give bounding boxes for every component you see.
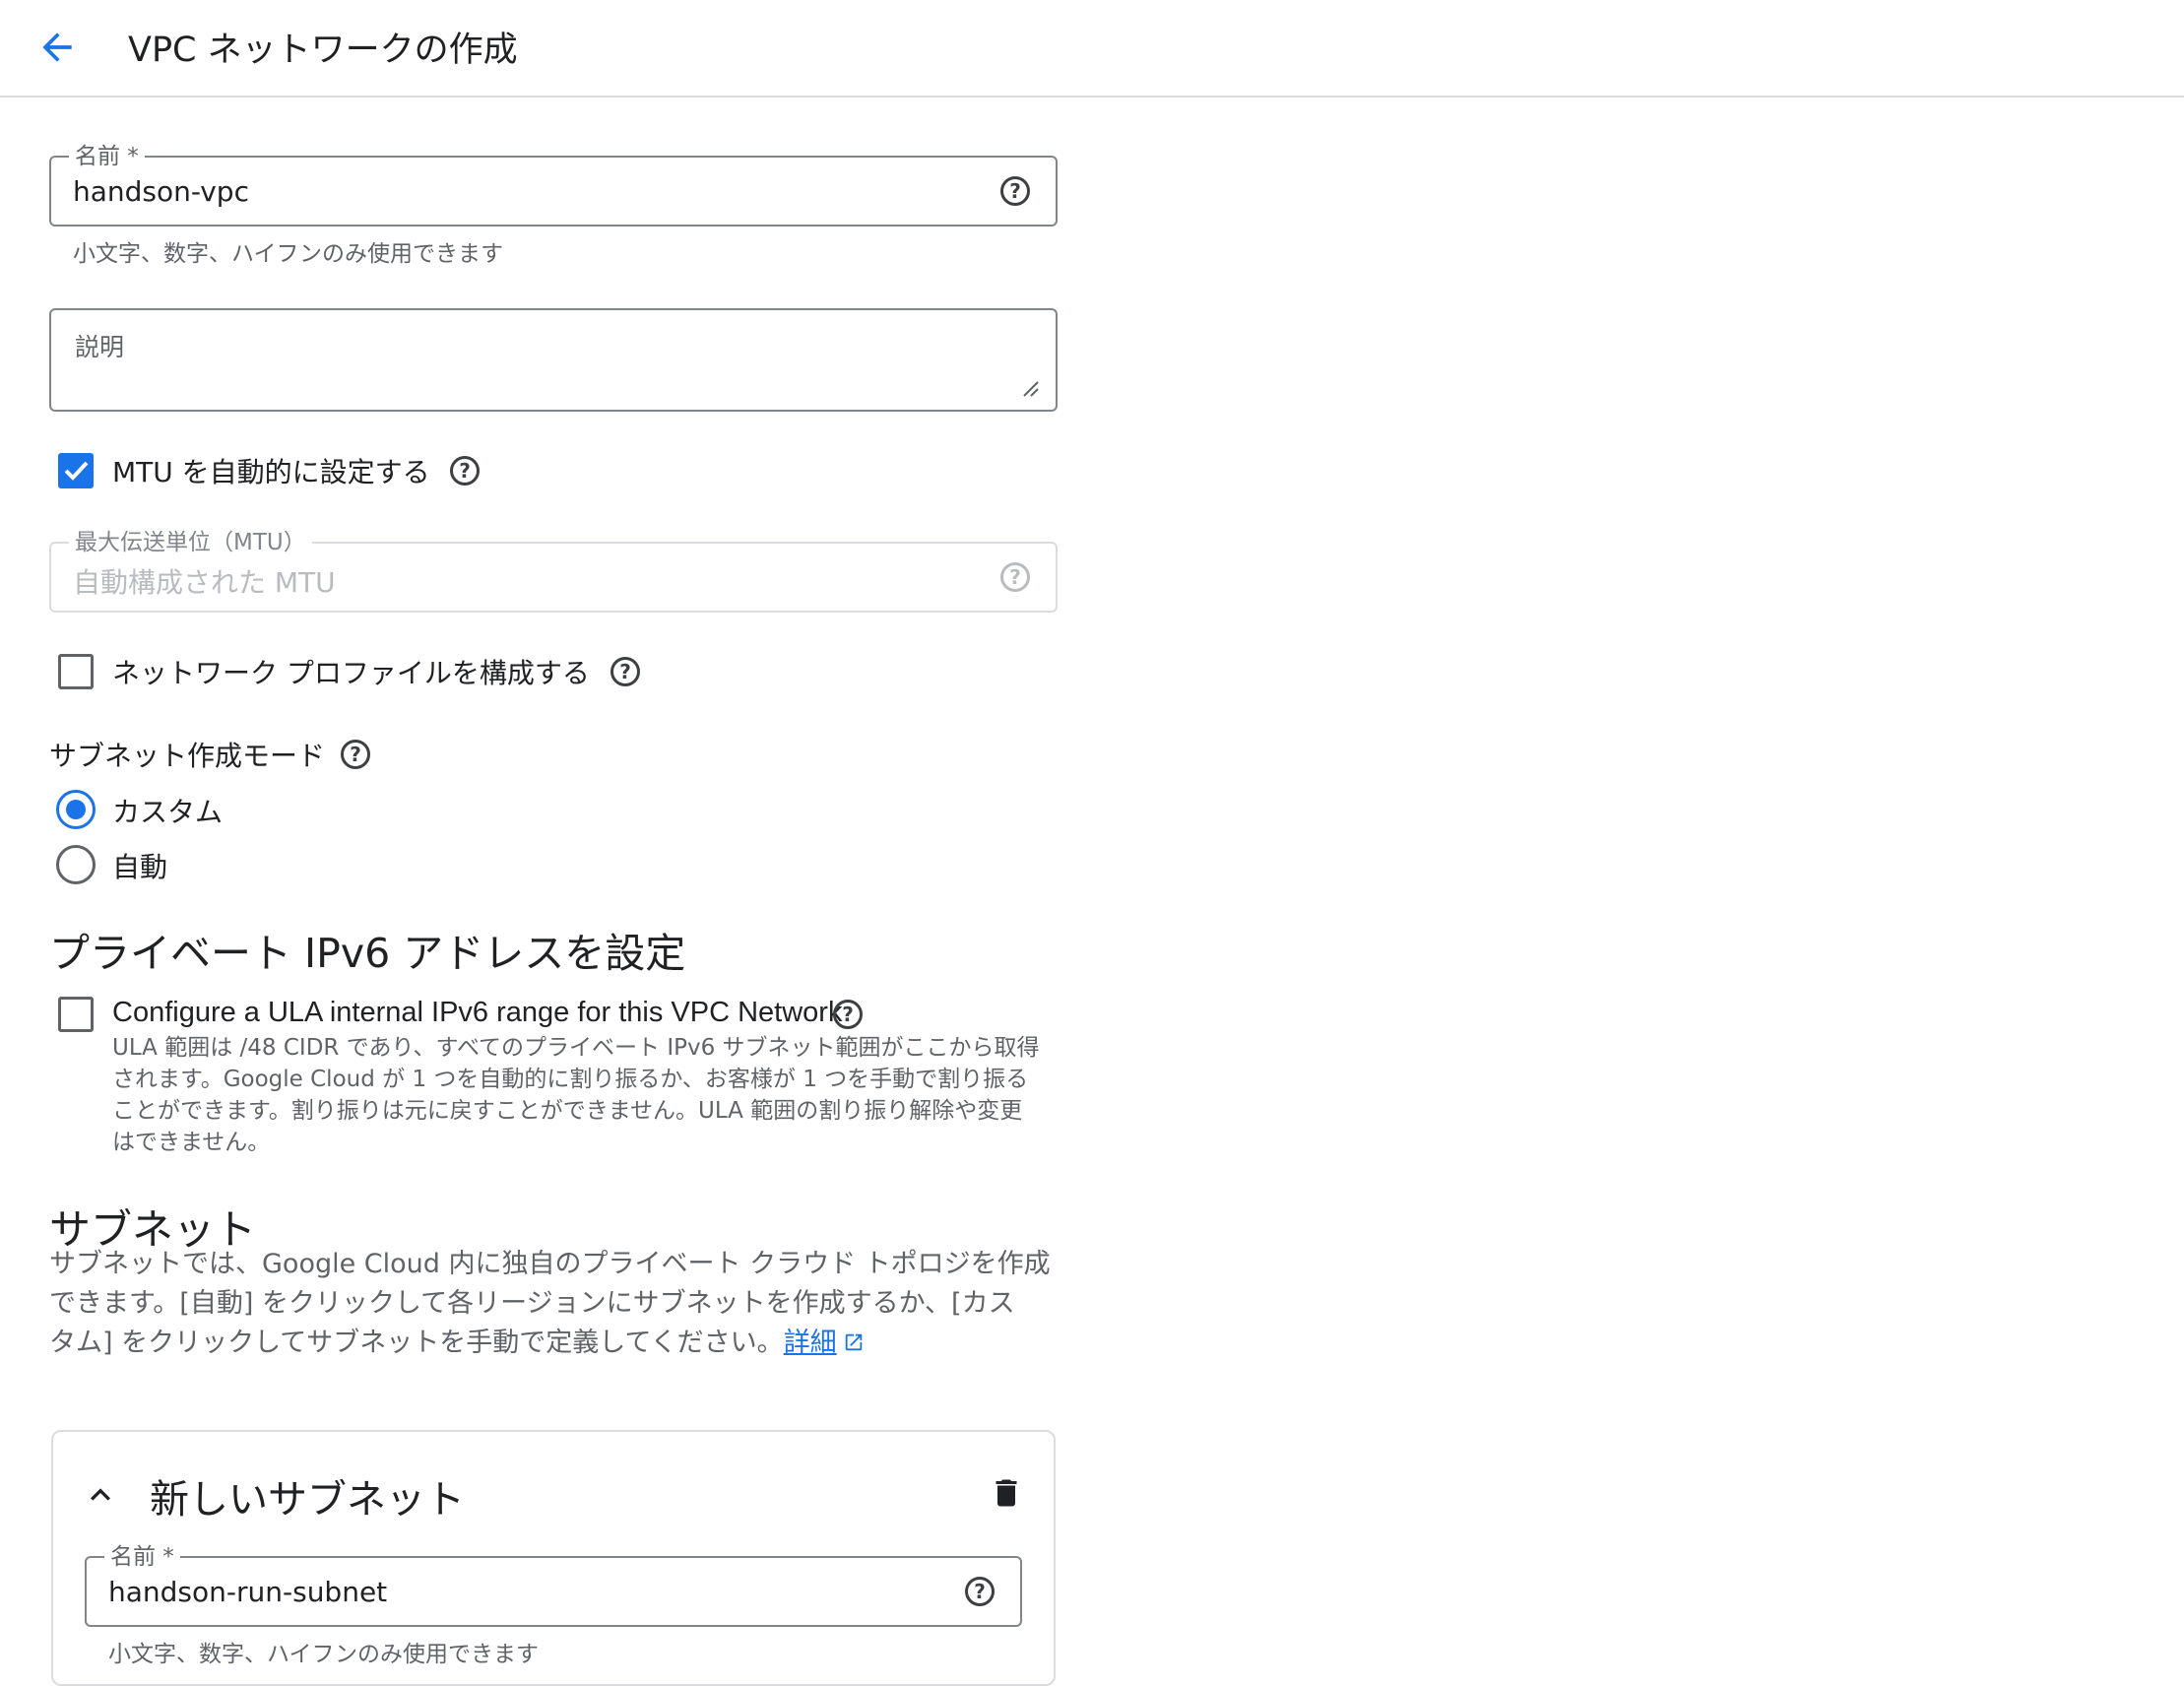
subnets-description-line-last: タム] をクリックしてサブネットを手動で定義してください。詳細 <box>49 1324 1051 1363</box>
mtu-field-placeholder: 自動構成された MTU <box>73 566 336 599</box>
subnet-mode-auto-radio[interactable] <box>56 845 96 884</box>
new-subnet-title: 新しいサブネット <box>150 1477 465 1523</box>
subnets-description-line: サブネットでは、Google Cloud 内に独自のプライベート クラウド トポ… <box>49 1249 1051 1279</box>
mtu-auto-label: MTU を自動的に設定する <box>112 456 430 488</box>
network-profile-checkbox[interactable] <box>58 654 94 689</box>
help-icon[interactable]: ? <box>1000 176 1030 206</box>
help-icon[interactable]: ? <box>965 1577 995 1606</box>
page-title: VPC ネットワークの作成 <box>128 31 518 70</box>
name-field[interactable]: 名前 * handson-vpc ? <box>49 144 1058 227</box>
subnet-mode-custom-label: カスタム <box>112 796 224 828</box>
subnet-name-label: 名前 * <box>104 1544 180 1570</box>
mtu-field-label: 最大伝送単位（MTU） <box>69 530 312 555</box>
help-icon[interactable]: ? <box>341 740 370 769</box>
help-icon[interactable]: ? <box>450 456 480 486</box>
subnet-mode-auto-label: 自動 <box>112 851 168 883</box>
ula-ipv6-checkbox[interactable] <box>58 997 94 1032</box>
ula-ipv6-description-line: はできません。 <box>112 1130 271 1155</box>
ipv6-heading: プライベート IPv6 アドレスを設定 <box>49 930 686 977</box>
name-field-hint: 小文字、数字、ハイフンのみ使用できます <box>73 241 503 267</box>
ula-ipv6-description-line: されます。Google Cloud が 1 つを自動的に割り振るか、お客様が 1… <box>112 1067 1029 1092</box>
back-arrow-icon[interactable] <box>35 26 79 69</box>
ula-ipv6-label: Configure a ULA internal IPv6 range for … <box>112 997 843 1028</box>
subnet-mode-custom-radio[interactable] <box>56 790 96 829</box>
learn-more-link[interactable]: 詳細 <box>784 1328 837 1358</box>
subnet-name-hint: 小文字、数字、ハイフンのみ使用できます <box>108 1642 539 1667</box>
help-icon[interactable]: ? <box>610 657 640 686</box>
mtu-field: 最大伝送単位（MTU） 自動構成された MTU ? <box>49 530 1058 613</box>
subnets-description: サブネットでは、Google Cloud 内に独自のプライベート クラウド トポ… <box>49 1245 1051 1363</box>
subnet-name-value: handson-run-subnet <box>108 1576 388 1608</box>
checkmark-icon <box>64 461 89 481</box>
resize-handle-icon[interactable] <box>1022 380 1040 398</box>
subnets-description-line: できます。[自動] をクリックして各リージョンにサブネットを作成するか、[カス <box>49 1288 1015 1319</box>
description-field-label: 説明 <box>75 333 125 361</box>
subnets-description-line: タム] をクリックしてサブネットを手動で定義してください。 <box>49 1328 784 1358</box>
help-icon: ? <box>1000 562 1030 592</box>
description-field[interactable]: 説明 <box>49 308 1058 412</box>
learn-more-label: 詳細 <box>783 1328 837 1358</box>
ula-ipv6-description: ULA 範囲は /48 CIDR であり、すべてのプライベート IPv6 サブネ… <box>112 1032 1040 1158</box>
subnet-mode-label: サブネット作成モード <box>49 740 326 772</box>
ula-ipv6-description-line: ULA 範囲は /48 CIDR であり、すべてのプライベート IPv6 サブネ… <box>112 1035 1040 1061</box>
chevron-up-icon[interactable] <box>81 1475 120 1515</box>
name-field-label: 名前 * <box>69 144 145 169</box>
subnet-name-field[interactable]: 名前 * handson-run-subnet ? <box>85 1544 1022 1627</box>
help-icon[interactable]: ? <box>833 1000 863 1029</box>
mtu-auto-checkbox[interactable] <box>58 453 94 488</box>
new-subnet-card: 新しいサブネット 名前 * handson-run-subnet ? 小文字、数… <box>51 1430 1056 1686</box>
delete-icon[interactable] <box>989 1473 1024 1513</box>
network-profile-label: ネットワーク プロファイルを構成する <box>112 657 590 689</box>
open-in-new-icon[interactable] <box>843 1326 865 1351</box>
page-header: VPC ネットワークの作成 <box>0 0 2184 97</box>
ula-ipv6-description-line: ことができます。割り振りは元に戻すことができません。ULA 範囲の割り振り解除や… <box>112 1098 1023 1124</box>
name-field-value: handson-vpc <box>73 175 249 208</box>
